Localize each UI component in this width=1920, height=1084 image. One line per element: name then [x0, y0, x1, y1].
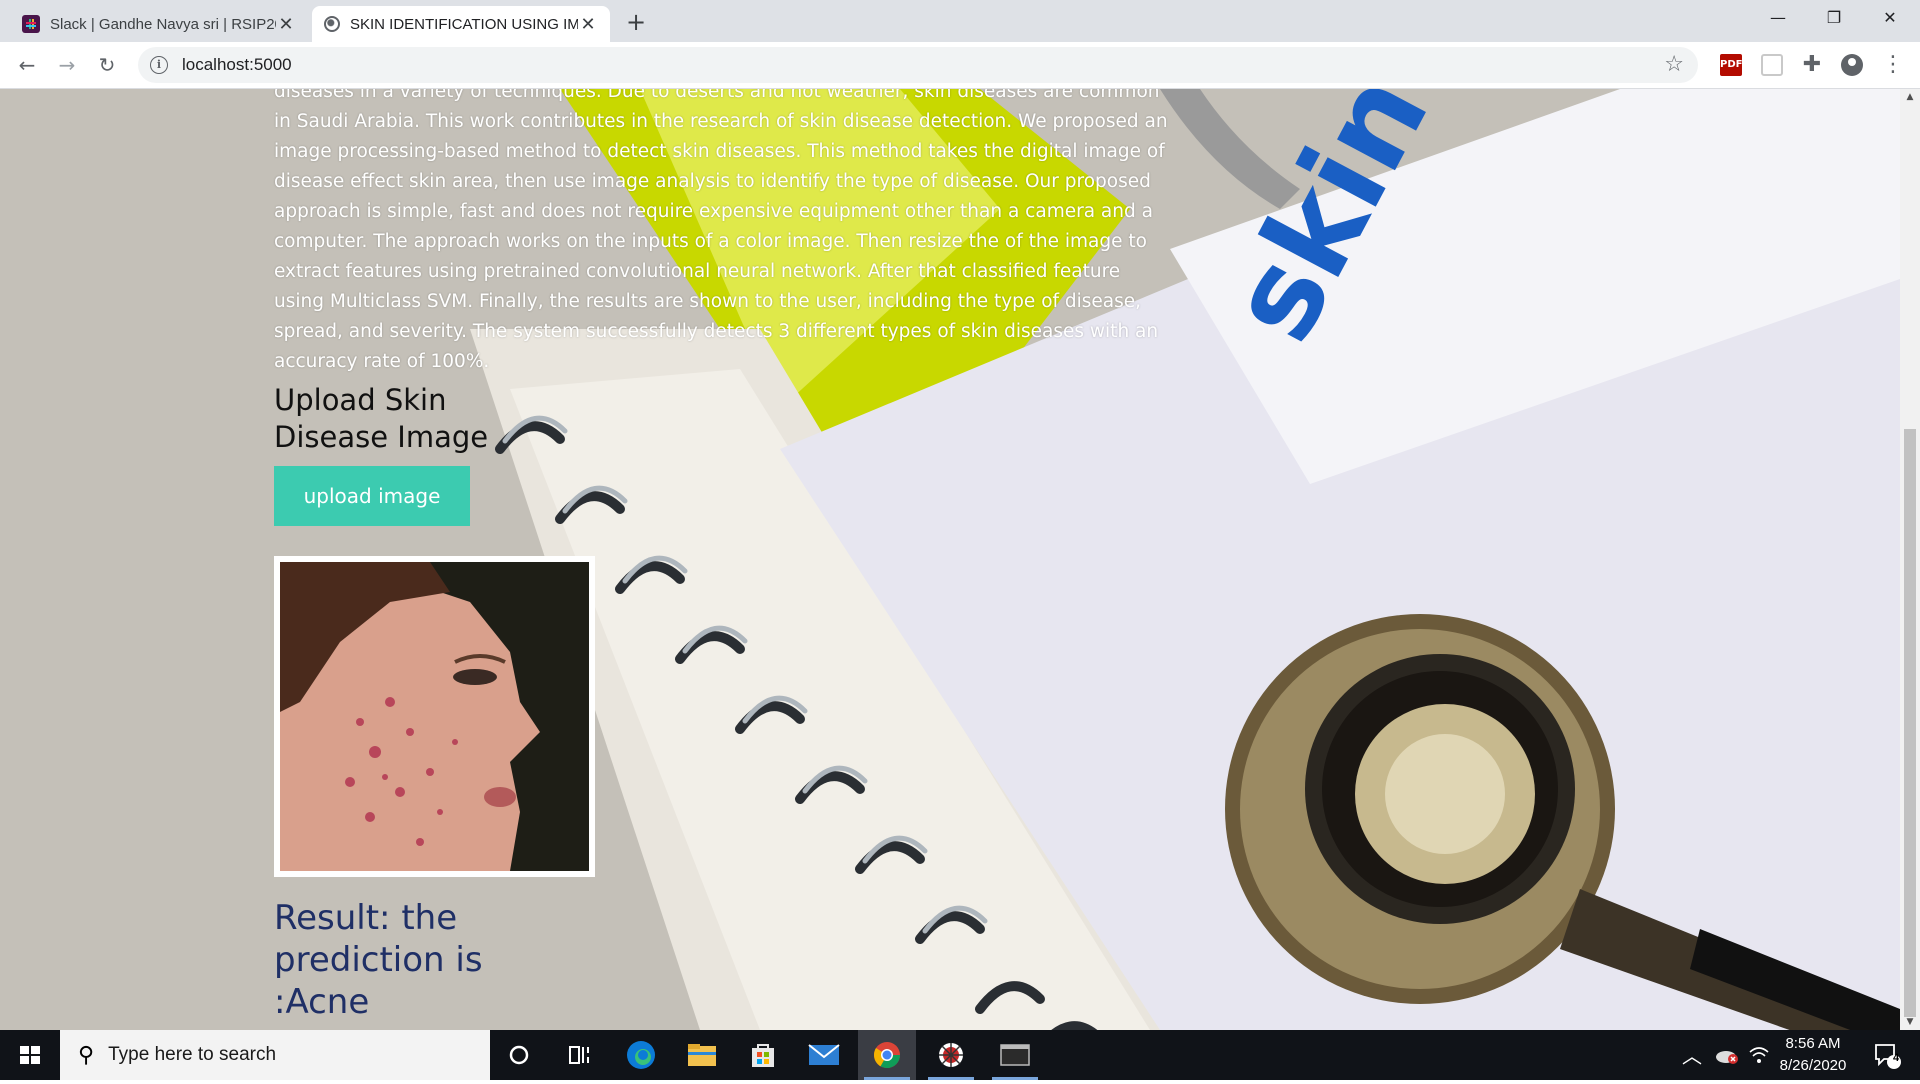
app-spider-icon[interactable] — [922, 1030, 980, 1080]
globe-icon — [324, 16, 340, 32]
url-text[interactable]: localhost:5000 — [182, 55, 292, 75]
windows-taskbar: ⚲ Type here to search ︿ 8:56 AM 8/26/202… — [0, 1030, 1920, 1080]
page-scrollbar[interactable]: ▲ ▼ — [1900, 89, 1920, 1030]
profile-avatar-icon[interactable] — [1841, 54, 1863, 76]
scroll-thumb[interactable] — [1904, 429, 1916, 1017]
upload-heading: Upload Skin Disease Image — [274, 383, 489, 454]
start-button[interactable] — [0, 1030, 60, 1080]
minimize-button[interactable]: — — [1750, 0, 1806, 36]
notification-count: 4 — [1893, 1052, 1900, 1064]
tab-strip: Slack | Gandhe Navya sri | RSIP20 ✕ SKIN… — [0, 0, 1920, 42]
scroll-up-arrow[interactable]: ▲ — [1900, 89, 1920, 105]
edge-browser-icon[interactable] — [612, 1030, 670, 1080]
project-description: diseases in a variety of techniques. Due… — [274, 89, 1168, 372]
pdf-extension-icon[interactable]: PDF — [1720, 54, 1742, 76]
reload-button[interactable]: ↻ — [92, 50, 122, 80]
new-tab-button[interactable]: + — [622, 8, 650, 36]
tab-title: Slack | Gandhe Navya sri | RSIP20 — [50, 15, 276, 33]
extensions-puzzle-icon[interactable]: ✚ — [1801, 54, 1823, 76]
close-tab-icon[interactable]: ✕ — [276, 14, 296, 35]
maximize-button[interactable]: ❐ — [1806, 0, 1862, 36]
extension-icon[interactable] — [1761, 54, 1783, 76]
face-photo — [280, 562, 589, 871]
slack-icon — [22, 15, 40, 33]
address-bar[interactable]: i localhost:5000 ☆ — [138, 47, 1698, 83]
taskbar-search[interactable]: ⚲ Type here to search — [60, 1030, 490, 1080]
close-window-button[interactable]: ✕ — [1862, 0, 1918, 36]
search-icon: ⚲ — [78, 1042, 95, 1068]
notifications-icon[interactable]: 4 — [1862, 1030, 1912, 1080]
windows-logo-icon — [20, 1046, 40, 1064]
close-tab-icon[interactable]: ✕ — [578, 14, 598, 35]
clock-time[interactable]: 8:56 AM — [1770, 1035, 1856, 1052]
store-icon[interactable] — [734, 1030, 792, 1080]
page-viewport: skin dis diseases in a variety of techni… — [0, 89, 1900, 1030]
bookmark-star-icon[interactable]: ☆ — [1664, 52, 1684, 77]
mail-icon[interactable] — [795, 1030, 853, 1080]
terminal-icon[interactable] — [986, 1030, 1044, 1080]
task-view-icon[interactable] — [551, 1030, 609, 1080]
show-hidden-icons-chevron[interactable]: ︿ — [1682, 1040, 1702, 1069]
onedrive-error-icon[interactable] — [1712, 1030, 1742, 1080]
uploaded-image-preview — [274, 556, 595, 877]
forward-button[interactable]: → — [52, 50, 82, 80]
back-button[interactable]: ← — [12, 50, 42, 80]
scroll-down-arrow[interactable]: ▼ — [1900, 1014, 1920, 1030]
tab-title: SKIN IDENTIFICATION USING IMA — [350, 15, 578, 33]
tab-slack[interactable]: Slack | Gandhe Navya sri | RSIP20 ✕ — [10, 6, 308, 42]
upload-image-button[interactable]: upload image — [274, 466, 470, 526]
prediction-result: Result: the prediction is :Acne — [274, 898, 483, 1022]
browser-toolbar: ← → ↻ i localhost:5000 ☆ PDF ✚ ⋮ — [0, 42, 1920, 89]
file-explorer-icon[interactable] — [673, 1030, 731, 1080]
clock-date[interactable]: 8/26/2020 — [1770, 1057, 1856, 1074]
cortana-icon[interactable] — [490, 1030, 548, 1080]
browser-menu-icon[interactable]: ⋮ — [1882, 54, 1904, 76]
chrome-taskbar-icon[interactable] — [858, 1030, 916, 1080]
search-placeholder: Type here to search — [108, 1044, 277, 1065]
info-icon[interactable]: i — [150, 56, 168, 74]
tab-skin-identification[interactable]: SKIN IDENTIFICATION USING IMA ✕ — [312, 6, 610, 42]
